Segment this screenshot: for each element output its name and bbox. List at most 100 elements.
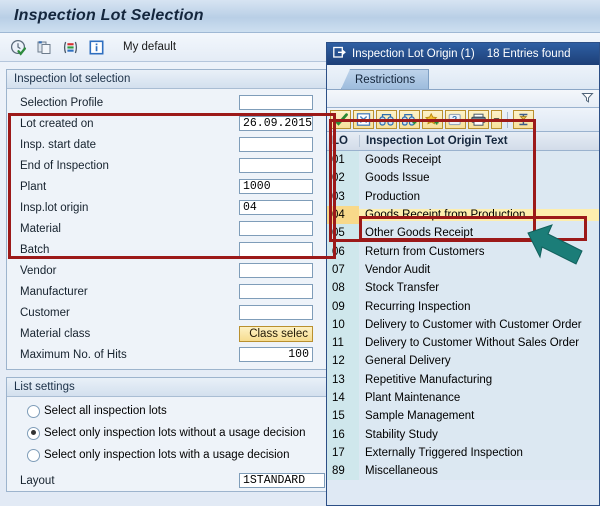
list-item-key: 15 (327, 407, 359, 426)
radio-button[interactable] (27, 448, 40, 462)
radio-label: Select only inspection lots without a us… (44, 427, 306, 439)
list-item[interactable]: 05 Other Goods Receipt (327, 224, 599, 243)
list-item[interactable]: 12 General Delivery (327, 352, 599, 371)
list-item[interactable]: 03 Production (327, 187, 599, 206)
radio-label: Select only inspection lots with a usage… (44, 449, 290, 461)
list-item[interactable]: 02 Goods Issue (327, 169, 599, 188)
list-item[interactable]: 14 Plant Maintenance (327, 388, 599, 408)
list-item-key: 10 (327, 315, 359, 334)
list-item-text: Other Goods Receipt (365, 227, 474, 240)
list-item[interactable]: 06 Return from Customers (327, 242, 599, 261)
field-label: Manufacturer (20, 285, 88, 298)
list-item[interactable]: 16 Stability Study (327, 425, 599, 444)
dialog-title-bar: Inspection Lot Origin (1) 18 Entries fou… (327, 43, 599, 65)
dialog-tabstrip: Restrictions (327, 65, 599, 90)
list-item-key: 14 (327, 388, 359, 408)
field-input[interactable] (239, 95, 313, 110)
variants-icon[interactable] (61, 38, 80, 57)
class-selection-button[interactable]: Class selec (239, 325, 313, 342)
page-title: Inspection Lot Selection (14, 7, 204, 24)
field-label: Insp.lot origin (20, 201, 89, 214)
field-input[interactable] (239, 284, 313, 299)
list-item-key: 08 (327, 279, 359, 298)
print-icon[interactable] (468, 110, 489, 129)
list-item-key: 12 (327, 352, 359, 371)
radio-label: Select all inspection lots (44, 405, 167, 417)
list-item-key: 01 (327, 151, 359, 170)
field-label: Batch (20, 243, 50, 256)
field-label: Material (20, 222, 61, 235)
field-label: Vendor (20, 264, 57, 277)
svg-text:?: ? (452, 114, 457, 124)
field-input[interactable]: 100 (239, 347, 313, 362)
list-item-key: 06 (327, 242, 359, 261)
filter-dropdown-icon[interactable] (581, 92, 594, 106)
list-item[interactable]: 08 Stock Transfer (327, 279, 599, 298)
list-item-text: Recurring Inspection (365, 300, 471, 313)
column-header-key[interactable]: LO (327, 135, 359, 147)
column-header-text[interactable]: Inspection Lot Origin Text (359, 135, 599, 147)
my-default-button[interactable]: My default (123, 41, 176, 53)
list-item-key: 07 (327, 260, 359, 280)
list-item[interactable]: 04 Goods Receipt from Production (327, 205, 599, 225)
field-input[interactable] (239, 221, 313, 236)
list-item[interactable]: 09 Recurring Inspection (327, 297, 599, 316)
radio-button[interactable] (27, 404, 40, 418)
list-item-key: 89 (327, 462, 359, 481)
find-next-binoculars-icon[interactable] (399, 110, 420, 129)
list-item-key: 04 (327, 205, 359, 225)
personal-value-list-icon[interactable] (513, 110, 534, 129)
list-item-key: 09 (327, 297, 359, 316)
add-favorite-star-icon[interactable] (422, 110, 443, 129)
list-item-text: Return from Customers (365, 245, 485, 258)
radio-button[interactable] (27, 426, 40, 440)
find-binoculars-icon[interactable] (376, 110, 397, 129)
info-icon[interactable] (87, 38, 106, 57)
list-item-text: Goods Receipt from Production (359, 209, 599, 222)
list-item-text: Goods Receipt (365, 154, 442, 167)
field-input[interactable]: 26.09.2015 (239, 116, 313, 131)
field-input[interactable] (239, 263, 313, 278)
list-item[interactable]: 89 Miscellaneous (327, 462, 599, 481)
list-item-text: General Delivery (365, 355, 451, 368)
list-item-key: 02 (327, 169, 359, 188)
list-item[interactable]: 01 Goods Receipt (327, 151, 599, 170)
dialog-title: Inspection Lot Origin (1) (352, 48, 475, 60)
cancel-x-icon[interactable] (353, 110, 374, 129)
field-input[interactable]: 1000 (239, 179, 313, 194)
field-input[interactable]: 04 (239, 200, 313, 215)
field-label: End of Inspection (20, 159, 109, 172)
copy-icon[interactable] (35, 38, 54, 57)
list-item-text: Delivery to Customer with Customer Order (365, 318, 582, 331)
tab-restrictions[interactable]: Restrictions (341, 69, 430, 89)
field-label: Customer (20, 306, 70, 319)
field-input[interactable] (239, 137, 313, 152)
list-item-key: 03 (327, 187, 359, 206)
field-label: Maximum No. of Hits (20, 348, 127, 361)
list-column-header: LO Inspection Lot Origin Text (327, 132, 599, 151)
list-item-text: Stability Study (365, 428, 438, 441)
layout-input[interactable]: 1STANDARD (239, 473, 325, 488)
list-item-key: 05 (327, 224, 359, 243)
list-item[interactable]: 13 Repetitive Manufacturing (327, 370, 599, 389)
list-item-text: Vendor Audit (365, 263, 431, 276)
field-input[interactable] (239, 158, 313, 173)
field-label: Plant (20, 180, 47, 193)
list-item-key: 11 (327, 333, 359, 353)
check-green-icon[interactable] (330, 110, 351, 129)
list-item-key: 13 (327, 370, 359, 389)
field-input[interactable] (239, 242, 313, 257)
field-input[interactable] (239, 305, 313, 320)
field-label: Insp. start date (20, 138, 97, 151)
list-item[interactable]: 15 Sample Management (327, 407, 599, 426)
list-item[interactable]: 10 Delivery to Customer with Customer Ord… (327, 315, 599, 334)
list-item[interactable]: 07 Vendor Audit (327, 260, 599, 280)
print-dropdown-icon[interactable] (491, 110, 502, 129)
field-label: Selection Profile (20, 96, 104, 109)
title-bar: Inspection Lot Selection (0, 0, 600, 33)
list-item[interactable]: 17 Externally Triggered Inspection (327, 443, 599, 463)
toolbar-separator (507, 111, 508, 128)
execute-clock-icon[interactable] (9, 38, 28, 57)
list-item[interactable]: 11 Delivery to Customer Without Sales Ord… (327, 333, 599, 353)
help-hand-icon[interactable]: ? (445, 110, 466, 129)
